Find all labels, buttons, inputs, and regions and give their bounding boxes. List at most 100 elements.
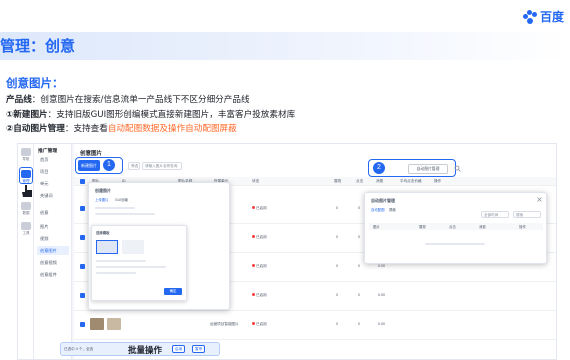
batch-enable-button[interactable]: 启用 xyxy=(172,345,186,353)
clicks-cell: 0 xyxy=(358,206,360,210)
placeholder-line xyxy=(96,266,166,268)
page-title: 创意图片 xyxy=(80,151,103,157)
status-cell: 已启用 xyxy=(252,206,267,211)
table-row[interactable]: 运营项目智能图片 已启用 0 0 0.00 xyxy=(74,312,556,340)
column-header: 平均点击价格 xyxy=(400,179,422,183)
menu-item[interactable]: 视频 xyxy=(40,236,48,242)
icon-rail: 导航 管理 数据 工具 xyxy=(18,144,34,359)
row-checkbox[interactable] xyxy=(80,322,85,327)
row-checkbox[interactable] xyxy=(80,206,85,211)
image-name-cell: 运营项目智能图片 xyxy=(210,322,239,326)
template-dialog-title: 选择模板 xyxy=(96,231,110,235)
clicks-cell: 0 xyxy=(358,235,360,239)
bullet-highlight: 自动配图数据及操作自动配图屏蔽 xyxy=(107,124,237,134)
column-header: 操作 xyxy=(519,225,526,229)
menu-item[interactable]: 创意 xyxy=(40,210,48,216)
status-text: 已启用 xyxy=(256,264,267,268)
template-thumb[interactable] xyxy=(122,240,144,254)
column-header: 展现 xyxy=(334,179,342,183)
close-icon[interactable] xyxy=(537,197,542,202)
bullet-auto-image: ②自动图片管理：支持查看自动配图数据及操作自动配图屏蔽 xyxy=(6,122,237,134)
row-checkbox[interactable] xyxy=(80,264,85,269)
menu-item[interactable]: 关键词 xyxy=(40,193,53,199)
dialog-tab[interactable]: 上传图片 xyxy=(95,197,109,202)
selected-count-text: 已选中 4 个，全选 xyxy=(64,347,94,351)
dialog-tab[interactable]: 屏蔽 xyxy=(389,207,396,212)
menu-item[interactable]: 项目 xyxy=(40,169,48,175)
bullet-label: ①新建图片 xyxy=(6,110,48,120)
search-icon[interactable] xyxy=(454,165,461,172)
bullet-label: ②自动图片管理 xyxy=(6,124,65,134)
rail-label: 数据 xyxy=(22,211,30,215)
status-cell: 已启用 xyxy=(252,235,267,240)
bullet-label: 产品线 xyxy=(6,95,32,105)
dialog-title: 创建图片 xyxy=(95,188,111,193)
rail-label: 工具 xyxy=(22,231,30,235)
row-checkbox[interactable] xyxy=(80,235,85,240)
status-text: 已启用 xyxy=(256,235,267,239)
empty-state-line xyxy=(425,243,485,245)
side-menu: 推广管理 首页 项目 单元 关键词 创意 图片 视频 创意图片 创意视频 创意组… xyxy=(34,144,72,359)
auto-image-dialog[interactable]: 自动图片管理 自动配图 屏蔽 全部时间 搜索 图片 展现 点击 消费 操作 xyxy=(364,192,547,264)
bullet-text: ：支持旧版GUI图形创编模式直接新建图片，丰富客户投放素材库 xyxy=(47,110,296,120)
time-filter[interactable]: 全部时间 xyxy=(481,211,509,218)
status-cell: 已启用 xyxy=(252,293,267,298)
tools-icon[interactable] xyxy=(21,222,31,230)
batch-operation-label: 批量操作 xyxy=(128,346,163,356)
bullet-text: ：支持查看 xyxy=(64,124,108,134)
column-header: 消费 xyxy=(479,225,486,229)
row-checkbox[interactable] xyxy=(80,293,85,298)
menu-item[interactable]: 单元 xyxy=(40,181,48,187)
image-name-search[interactable]: 请输入图片名称查询 xyxy=(142,162,182,170)
manage-icon[interactable] xyxy=(21,170,31,178)
placeholder-line xyxy=(95,207,135,209)
clicks-cell: 0 xyxy=(358,322,360,326)
dialog-tab[interactable]: 自动配图 xyxy=(371,207,385,212)
column-header: 点击 xyxy=(356,179,364,183)
shows-cell: 0 xyxy=(336,293,338,297)
cost-cell: 0.00 xyxy=(378,322,385,326)
dialog-title: 自动图片管理 xyxy=(371,198,395,203)
section-title: 创意图片： xyxy=(6,76,64,90)
nav-icon[interactable] xyxy=(21,148,31,156)
bullet-new-image: ①新建图片：支持旧版GUI图形创编模式直接新建图片，丰富客户投放素材库 xyxy=(6,108,295,120)
menu-item[interactable]: 创意组件 xyxy=(40,272,57,278)
image-thumbnail[interactable] xyxy=(90,318,104,330)
cost-cell: 0.00 xyxy=(378,264,385,268)
menu-item-selected[interactable]: 创意图片 xyxy=(37,246,69,255)
menu-item[interactable]: 首页 xyxy=(40,157,48,163)
baidu-paw-icon xyxy=(522,9,537,24)
clicks-cell: 0 xyxy=(358,264,360,268)
select-all-checkbox[interactable] xyxy=(80,179,85,184)
dialog-tab[interactable]: GUI创编 xyxy=(115,197,128,202)
rail-label: 导航 xyxy=(22,157,30,161)
dialog-search[interactable]: 搜索 xyxy=(513,211,541,218)
column-header: 操作 xyxy=(434,179,442,183)
batch-pause-button[interactable]: 暂停 xyxy=(192,345,206,353)
status-text: 已启用 xyxy=(256,206,267,210)
placeholder-line xyxy=(96,272,136,274)
clicks-cell: 0 xyxy=(358,293,360,297)
template-dialog[interactable]: 选择模板 确定 xyxy=(91,225,187,301)
bullet-product-line: 产品线：创意图片在搜索/信息流单一产品线下不区分细分产品线 xyxy=(6,93,250,105)
status-cell: 已启用 xyxy=(252,322,267,327)
status-text: 已启用 xyxy=(256,322,267,326)
new-image-dialog[interactable]: 创建图片 上传图片 GUI创编 选择模板 确定 xyxy=(88,182,230,310)
auto-image-manage-button[interactable]: 自动图片管理 xyxy=(408,164,448,174)
menu-item[interactable]: 图片 xyxy=(40,224,48,230)
template-thumb[interactable] xyxy=(96,240,118,254)
column-header: 消费 xyxy=(376,179,384,183)
image-thumbnail[interactable] xyxy=(107,318,121,330)
dialog-table-header: 图片 展现 点击 消费 操作 xyxy=(369,223,543,230)
brand-logo: 百度 xyxy=(522,8,564,25)
filter-select[interactable]: 筛选 xyxy=(128,162,140,170)
menu-item[interactable]: 创意视频 xyxy=(40,260,57,266)
status-text: 已启用 xyxy=(256,293,267,297)
cost-cell: 0.00 xyxy=(378,293,385,297)
template-confirm-button[interactable]: 确定 xyxy=(164,288,182,295)
data-icon[interactable] xyxy=(21,202,31,210)
shows-cell: 0 xyxy=(336,235,338,239)
status-cell: 已启用 xyxy=(252,264,267,269)
column-header: 点击 xyxy=(449,225,456,229)
bullet-text: ：创意图片在搜索/信息流单一产品线下不区分细分产品线 xyxy=(31,95,250,105)
